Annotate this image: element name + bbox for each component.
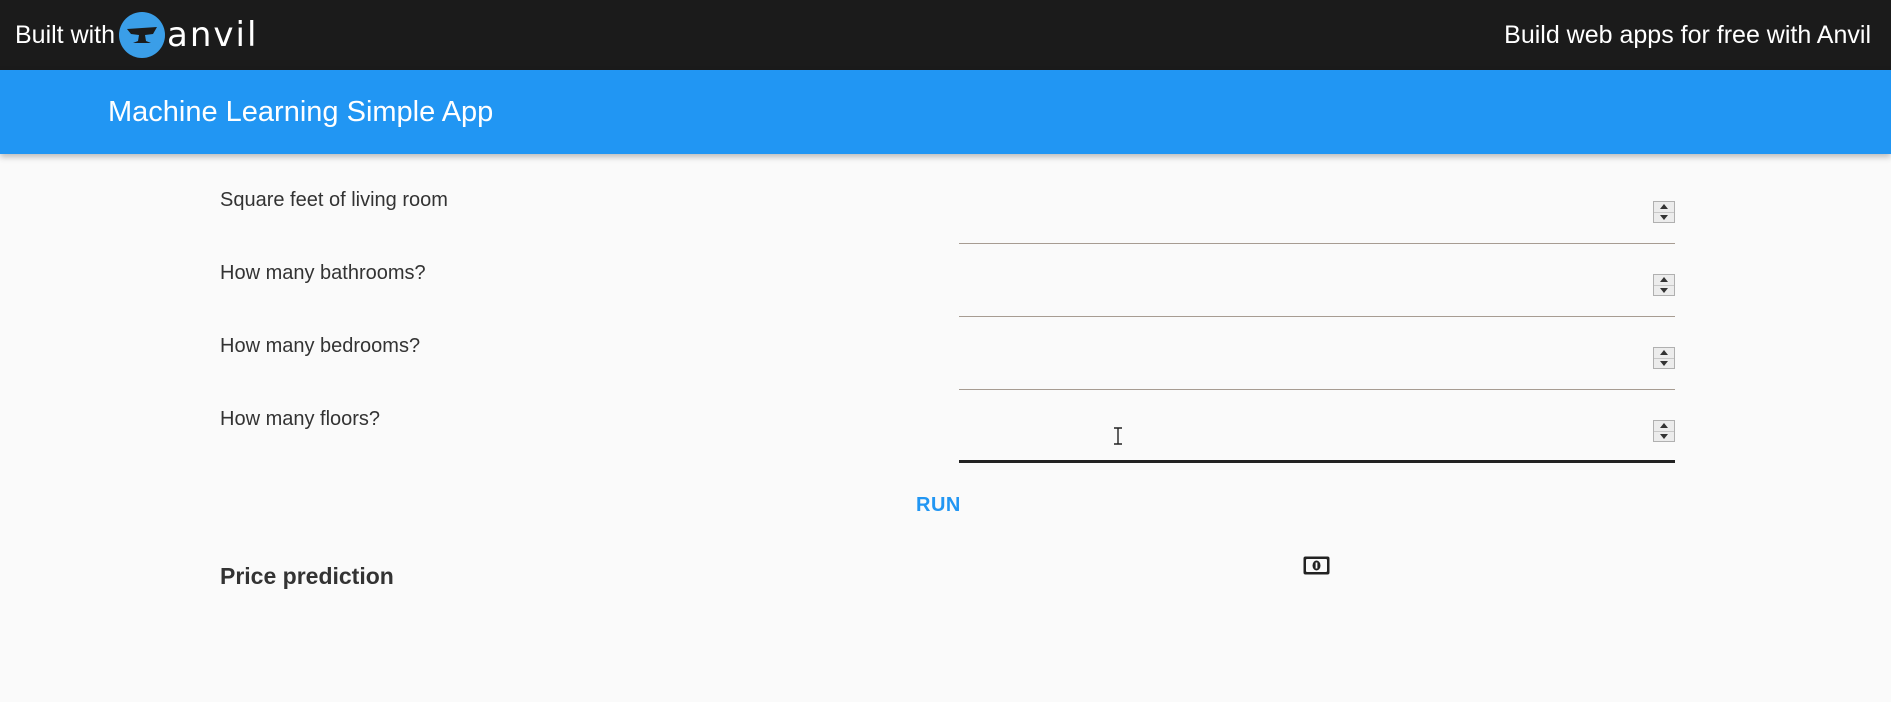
bedrooms-input[interactable] xyxy=(959,317,1675,390)
floors-spinner[interactable] xyxy=(1653,420,1675,442)
text-cursor-icon xyxy=(1114,427,1122,445)
built-with-anvil-link[interactable]: Built with anvil xyxy=(15,0,258,70)
app-title: Machine Learning Simple App xyxy=(108,95,494,128)
bedrooms-spinner[interactable] xyxy=(1653,347,1675,369)
anvil-logo-icon xyxy=(119,12,166,58)
floors-label: How many floors? xyxy=(220,408,381,430)
floors-input[interactable] xyxy=(959,390,1675,463)
built-with-label: Built with xyxy=(15,20,116,49)
spinner-up-icon[interactable] xyxy=(1654,202,1674,213)
spinner-down-icon[interactable] xyxy=(1654,213,1674,223)
run-button[interactable]: RUN xyxy=(916,494,961,517)
money-icon xyxy=(1303,556,1330,575)
spinner-down-icon[interactable] xyxy=(1654,432,1674,442)
promo-link[interactable]: Build web apps for free with Anvil xyxy=(1504,0,1871,70)
app-header: Machine Learning Simple App xyxy=(0,70,1891,154)
price-prediction-label: Price prediction xyxy=(220,563,394,589)
form-row-sqft: Square feet of living room xyxy=(0,171,1891,244)
anvil-topbar: Built with anvil Build web apps for free… xyxy=(0,0,1891,70)
form-row-bathrooms: How many bathrooms? xyxy=(0,244,1891,317)
sqft-spinner[interactable] xyxy=(1653,201,1675,223)
spinner-up-icon[interactable] xyxy=(1654,421,1674,432)
spinner-up-icon[interactable] xyxy=(1654,348,1674,359)
spinner-down-icon[interactable] xyxy=(1654,286,1674,296)
spinner-down-icon[interactable] xyxy=(1654,359,1674,369)
bathrooms-input[interactable] xyxy=(959,244,1675,317)
anvil-logo: anvil xyxy=(119,12,258,58)
sqft-label: Square feet of living room xyxy=(220,189,448,211)
bedrooms-label: How many bedrooms? xyxy=(220,335,421,357)
spinner-up-icon[interactable] xyxy=(1654,275,1674,286)
form-row-floors: How many floors? xyxy=(0,390,1891,463)
bathrooms-label: How many bathrooms? xyxy=(220,262,426,284)
anvil-wordmark: anvil xyxy=(167,15,259,55)
sqft-input[interactable] xyxy=(959,171,1675,244)
form-row-bedrooms: How many bedrooms? xyxy=(0,317,1891,390)
bathrooms-spinner[interactable] xyxy=(1653,274,1675,296)
